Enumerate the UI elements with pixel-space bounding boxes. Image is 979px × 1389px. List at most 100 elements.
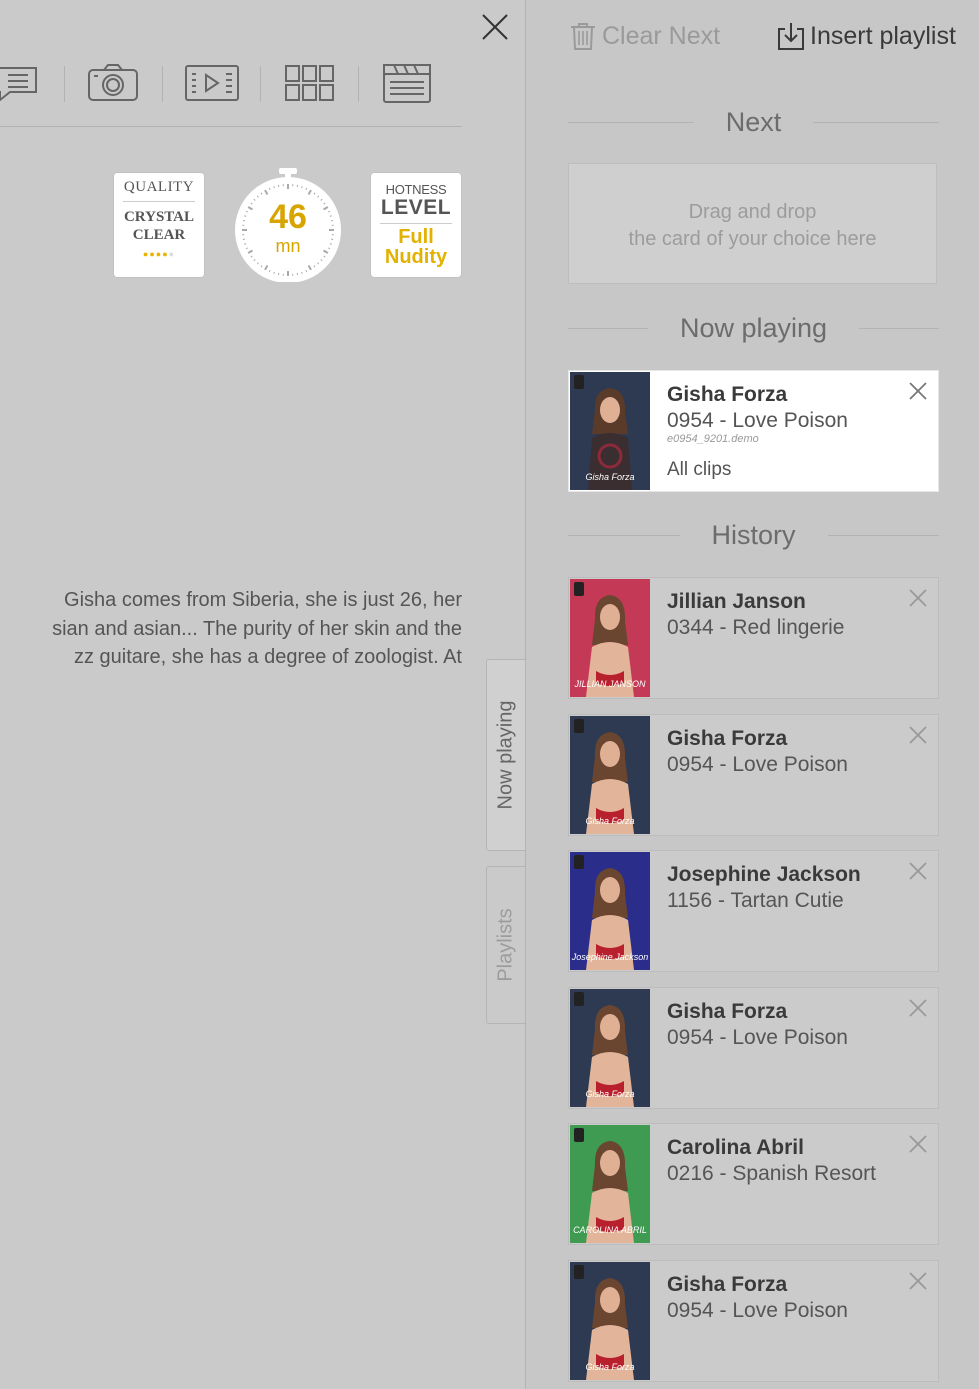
rating-badge-icon xyxy=(574,1264,584,1279)
history-card[interactable]: Gisha Forza Gisha Forza 0954 - Love Pois… xyxy=(568,1259,939,1382)
scene-title: 0344 - Red lingerie xyxy=(667,616,845,639)
history-heading: History xyxy=(711,519,796,550)
next-section-heading: Next xyxy=(568,104,939,140)
description-line: sian and asian... The purity of her skin… xyxy=(52,617,462,640)
remove-icon[interactable] xyxy=(907,1133,929,1155)
model-name: Carolina Abril xyxy=(667,1136,804,1159)
toolbar-divider xyxy=(64,66,65,102)
rating-badge-icon xyxy=(574,1128,584,1142)
clapperboard-icon[interactable] xyxy=(382,62,434,106)
tab-playlists[interactable]: Playlists xyxy=(486,866,525,1024)
history-card[interactable]: Josephine Jackson Josephine Jackson 1156… xyxy=(568,850,939,972)
remove-icon[interactable] xyxy=(907,997,929,1019)
model-name: Josephine Jackson xyxy=(667,863,861,886)
remove-icon[interactable] xyxy=(907,380,929,402)
next-dropzone[interactable]: Drag and drop the card of your choice he… xyxy=(568,163,937,284)
thumbnail-caption: Gisha Forza xyxy=(585,1088,635,1099)
remove-icon[interactable] xyxy=(907,1270,929,1292)
quality-star: ● xyxy=(168,249,176,259)
model-name: Gisha Forza xyxy=(667,999,788,1023)
now-playing-section-heading: Now playing xyxy=(568,310,940,346)
history-card[interactable]: Gisha Forza Gisha Forza 0954 - Love Pois… xyxy=(568,986,939,1109)
thumbnail: Gisha Forza xyxy=(570,988,650,1107)
playlist-panel: Clear Next Insert playlist Next Drag and… xyxy=(525,0,979,1389)
quality-value-1: CRYSTAL xyxy=(123,209,195,225)
history-card[interactable]: Gisha Forza Gisha Forza 0954 - Love Pois… xyxy=(568,713,939,836)
quality-value-2: CLEAR xyxy=(132,227,186,243)
thumbnail-caption: Gisha Forza xyxy=(585,472,635,482)
duration-badge: 46 mn xyxy=(234,168,342,283)
scene-title: 0954 - Love Poison xyxy=(667,409,848,432)
trash-icon xyxy=(571,23,595,50)
clear-next-label: Clear Next xyxy=(602,21,721,50)
clear-next-button[interactable]: Clear Next xyxy=(568,18,720,54)
duration-unit: mn xyxy=(275,236,301,256)
remove-icon[interactable] xyxy=(907,860,929,882)
thumbnail: Gisha Forza xyxy=(570,715,650,834)
hotness-level-label: LEVEL xyxy=(380,196,452,219)
insert-playlist-label: Insert playlist xyxy=(810,21,956,50)
quality-badge: QUALITY CRYSTAL CLEAR ●●●●● xyxy=(114,173,204,277)
download-icon xyxy=(778,23,804,50)
toolbar-divider-line xyxy=(0,126,462,127)
rating-badge-icon xyxy=(574,582,584,596)
quality-stars: ●●●●● xyxy=(114,249,204,259)
tab-playlists-label: Playlists xyxy=(494,908,517,982)
remove-icon[interactable] xyxy=(907,587,929,609)
thumbnail: CAROLINA ABRIL xyxy=(570,1125,650,1243)
rating-badge-icon xyxy=(574,991,584,1006)
history-card[interactable]: JILLIAN JANSON Jillian Janson 0344 - Red… xyxy=(568,577,939,699)
camera-icon[interactable] xyxy=(86,62,140,106)
detail-panel: QUALITY CRYSTAL CLEAR ●●●●● 46 mn HOTNES… xyxy=(0,0,525,1389)
model-name: Gisha Forza xyxy=(667,726,788,750)
thumbnail: Josephine Jackson xyxy=(570,852,650,970)
now-playing-heading: Now playing xyxy=(679,312,828,343)
scene-title: 0216 - Spanish Resort xyxy=(667,1162,876,1185)
grid-icon[interactable] xyxy=(284,62,336,106)
video-player-icon[interactable] xyxy=(184,62,240,106)
badge-divider xyxy=(123,201,195,202)
model-description: Gisha comes from Siberia, she is just 26… xyxy=(0,586,462,672)
rating-badge-icon xyxy=(574,718,584,733)
thumbnail-caption: JILLIAN JANSON xyxy=(574,679,646,689)
model-name: Gisha Forza xyxy=(667,383,788,406)
badge-divider xyxy=(380,223,452,224)
thumbnail: Gisha Forza xyxy=(570,372,650,490)
toolbar-divider xyxy=(260,66,261,102)
toolbar-divider xyxy=(162,66,163,102)
clips-label: All clips xyxy=(667,459,732,480)
scene-title: 0954 - Love Poison xyxy=(667,752,848,776)
hotness-value-1: Full xyxy=(398,226,434,248)
scene-title: 1156 - Tartan Cutie xyxy=(667,889,844,912)
thumbnail-caption: Gisha Forza xyxy=(585,1361,635,1372)
comments-icon[interactable] xyxy=(0,62,42,106)
thumbnail-caption: Gisha Forza xyxy=(585,815,635,826)
thumbnail-caption: CAROLINA ABRIL xyxy=(573,1225,647,1235)
history-card[interactable]: CAROLINA ABRIL Carolina Abril 0216 - Spa… xyxy=(568,1123,939,1245)
model-name: Gisha Forza xyxy=(667,1272,788,1296)
scene-code: e0954_9201.demo xyxy=(667,433,759,445)
hotness-badge: HOTNESS LEVEL Full Nudity xyxy=(371,173,461,277)
next-heading: Next xyxy=(725,106,782,137)
thumbnail-caption: Josephine Jackson xyxy=(571,952,649,962)
duration-value: 46 xyxy=(269,198,307,236)
quality-label: QUALITY xyxy=(123,179,195,195)
dropzone-text-1: Drag and drop xyxy=(688,201,817,223)
remove-icon[interactable] xyxy=(907,724,929,746)
dropzone-text-2: the card of your choice here xyxy=(628,228,877,250)
now-playing-card[interactable]: Gisha Forza Gisha Forza 0954 - Love Pois… xyxy=(568,370,939,492)
toolbar-divider xyxy=(358,66,359,102)
thumbnail: JILLIAN JANSON xyxy=(570,579,650,697)
close-icon[interactable] xyxy=(480,12,510,42)
model-name: Jillian Janson xyxy=(667,590,806,613)
scene-title: 0954 - Love Poison xyxy=(667,1298,848,1322)
description-line: Gisha comes from Siberia, she is just 26… xyxy=(64,589,462,611)
rating-badge-icon xyxy=(574,855,584,869)
tab-now-playing-label: Now playing xyxy=(494,700,517,810)
insert-playlist-button[interactable]: Insert playlist xyxy=(776,18,956,54)
thumbnail: Gisha Forza xyxy=(570,1261,650,1380)
rating-badge-icon xyxy=(574,375,584,389)
tab-now-playing[interactable]: Now playing xyxy=(486,659,525,851)
history-section-heading: History xyxy=(568,517,940,553)
scene-title: 0954 - Love Poison xyxy=(667,1025,848,1049)
